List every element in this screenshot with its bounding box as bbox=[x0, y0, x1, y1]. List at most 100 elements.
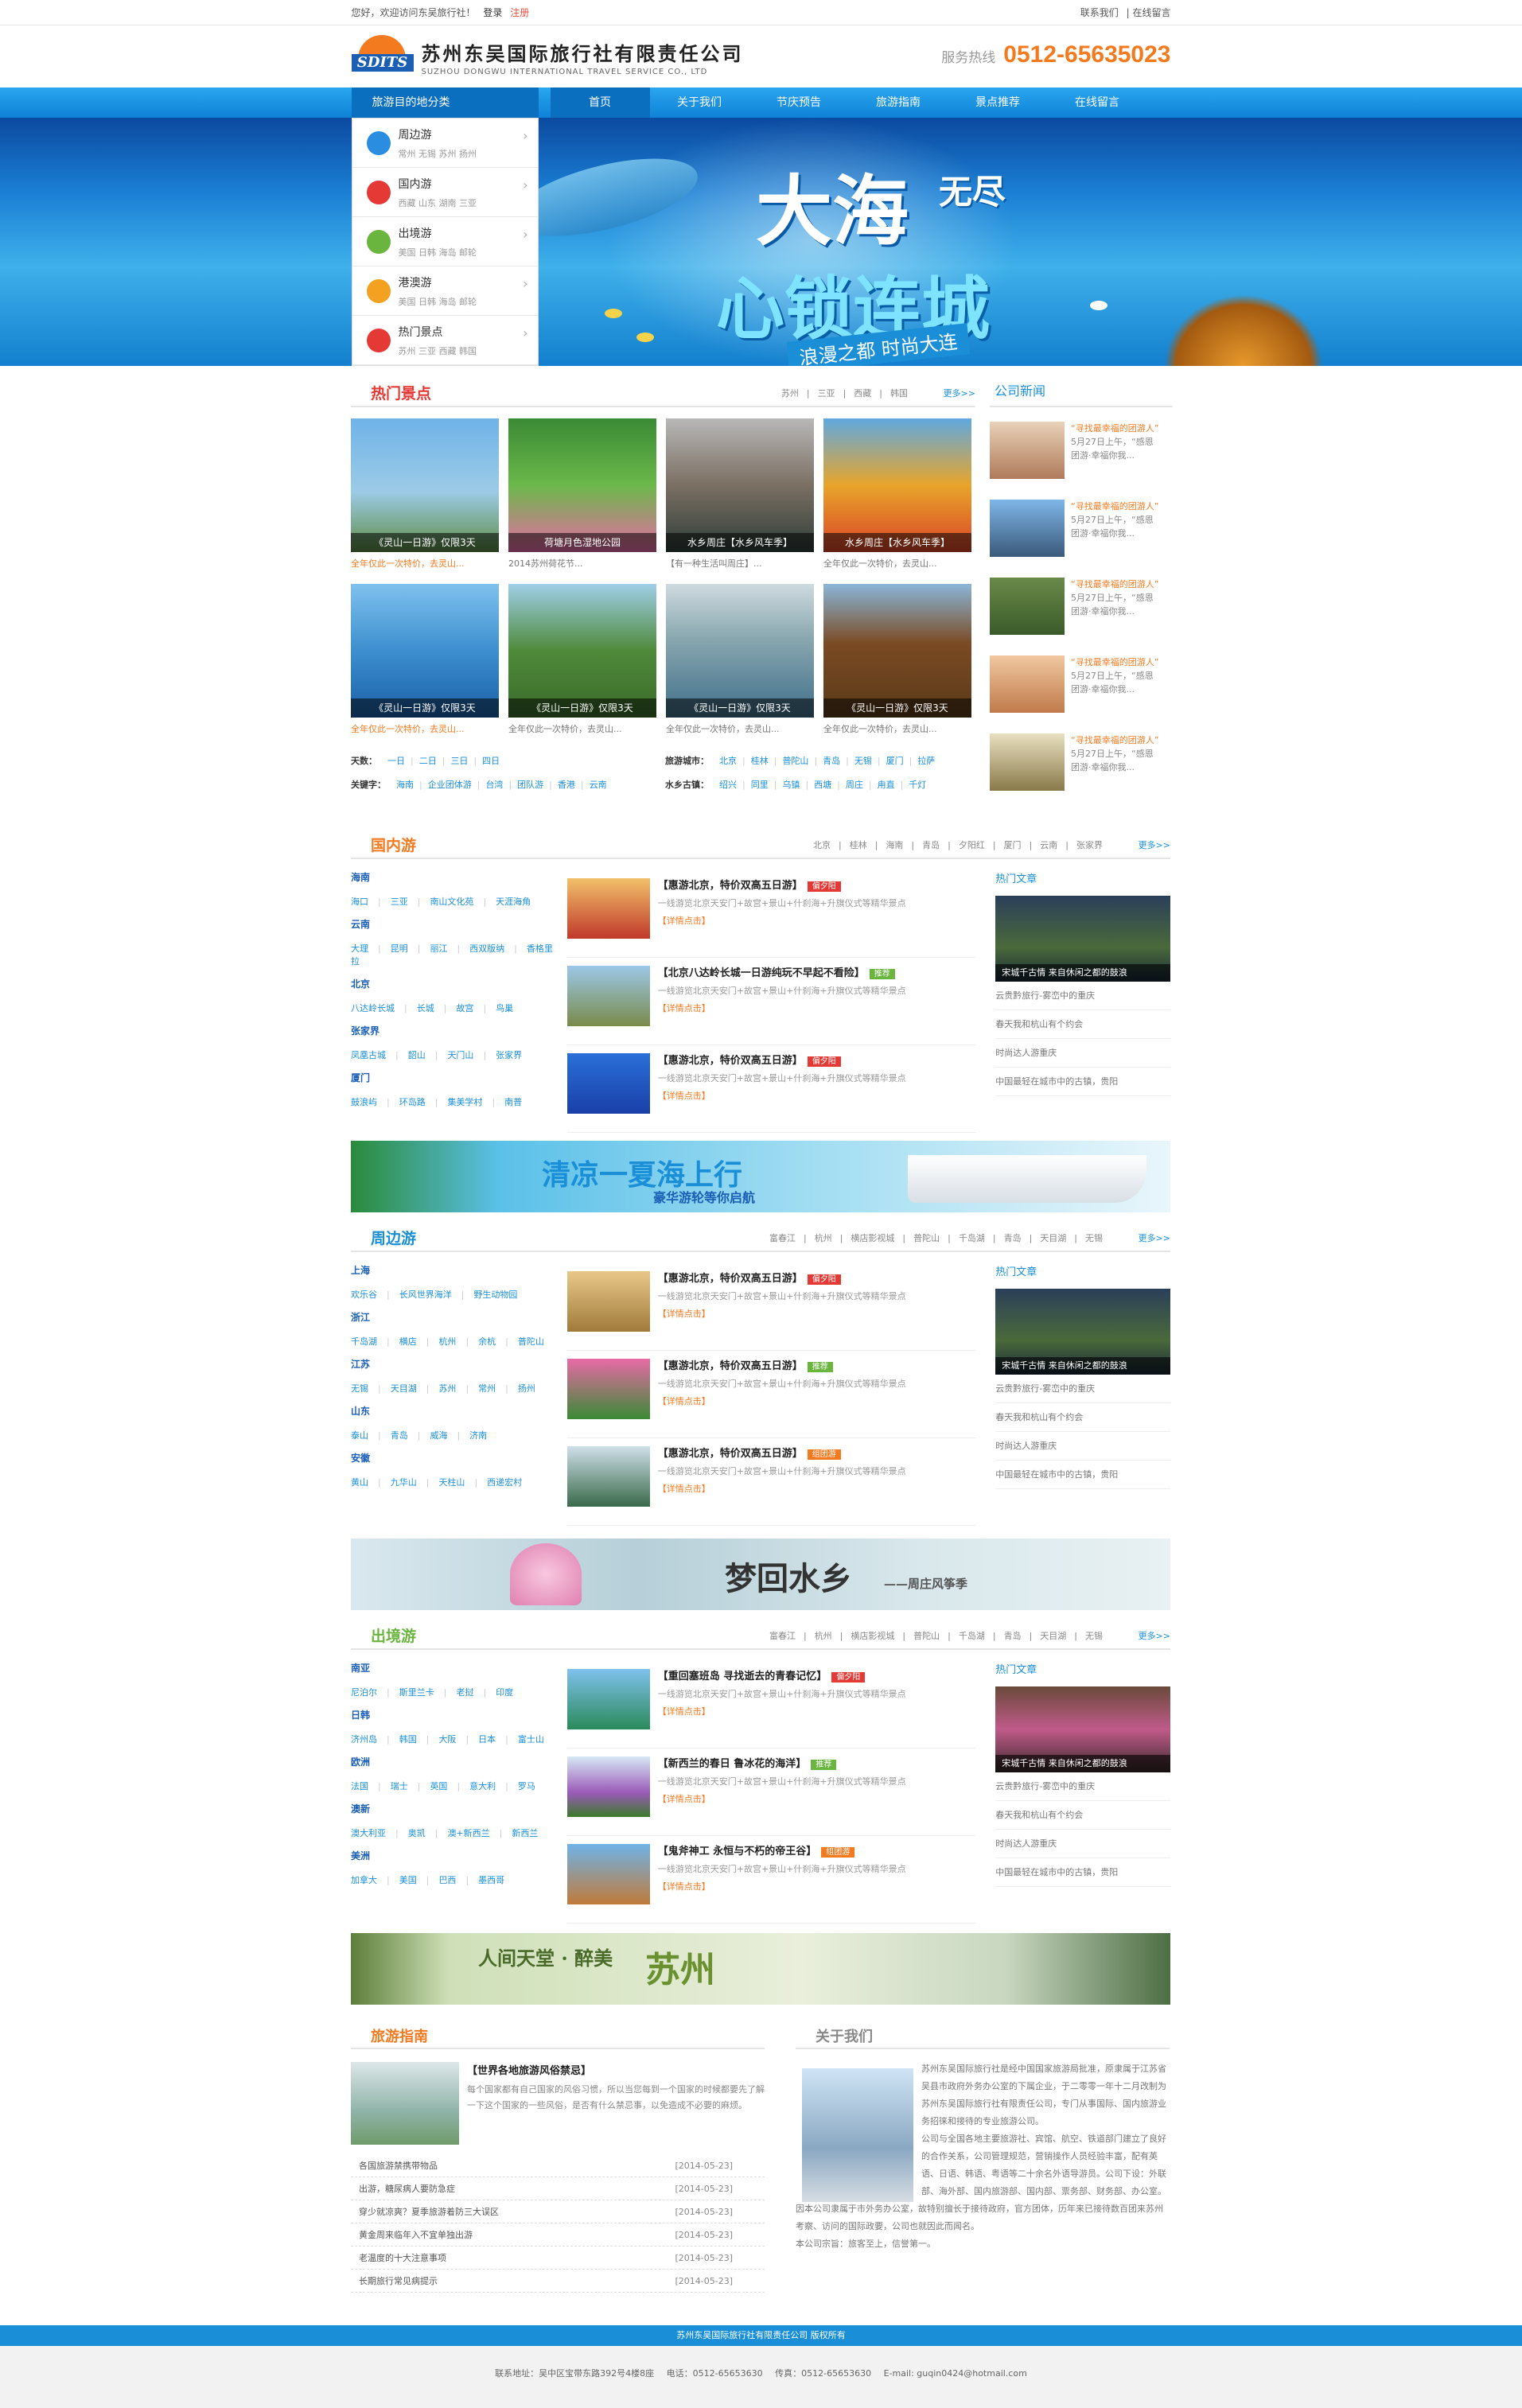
region-link[interactable]: 西递宏村 bbox=[487, 1477, 522, 1488]
region-link[interactable]: 威海 bbox=[430, 1430, 447, 1441]
guide-item-title[interactable]: 老温度的十大注意事项 bbox=[359, 2253, 446, 2263]
region-link[interactable]: 欢乐谷 bbox=[351, 1290, 377, 1300]
filter-link[interactable]: 普陀山 bbox=[782, 756, 808, 766]
tag-link[interactable]: 千岛湖 bbox=[959, 1233, 985, 1243]
tag-link[interactable]: 横店影视城 bbox=[851, 1233, 894, 1243]
tour-title[interactable]: 【惠游北京，特价双高五日游】 bbox=[658, 880, 803, 892]
region-link[interactable]: 罗马 bbox=[518, 1781, 535, 1791]
tour-item[interactable]: 【鬼斧神工 永恒与不朽的帝王谷】 组团游 一线游览北京天安门+故宫+景山+什刹海+升… bbox=[566, 1836, 977, 1924]
region-link[interactable]: 加拿大 bbox=[351, 1875, 377, 1885]
region-link[interactable]: 杭州 bbox=[438, 1336, 456, 1347]
region-link[interactable]: 济南 bbox=[469, 1430, 487, 1441]
filter-link[interactable]: 海南 bbox=[396, 780, 414, 790]
details-link[interactable]: 【详情点击】 bbox=[658, 1482, 906, 1495]
tag-link[interactable]: 千岛湖 bbox=[959, 1631, 985, 1641]
region-link[interactable]: 黄山 bbox=[351, 1477, 368, 1488]
news-thumbnail[interactable] bbox=[990, 578, 1065, 635]
tag-link[interactable]: 韩国 bbox=[890, 388, 908, 399]
hot-spot-image[interactable]: 《灵山一日游》仅限3天 bbox=[508, 584, 656, 718]
filter-link[interactable]: 企业团体游 bbox=[428, 780, 472, 790]
filter-link[interactable]: 厦门 bbox=[886, 756, 904, 766]
tag-link[interactable]: 普陀山 bbox=[913, 1233, 940, 1243]
region-link[interactable]: 三亚 bbox=[391, 897, 408, 907]
region-link[interactable]: 富士山 bbox=[518, 1734, 544, 1745]
region-link[interactable]: 西双版纳 bbox=[469, 943, 504, 954]
guide-item-title[interactable]: 各国旅游禁携带物品 bbox=[359, 2161, 438, 2171]
tour-title[interactable]: 【重回塞班岛 寻找逝去的青春记忆】 bbox=[658, 1671, 827, 1682]
region-heading[interactable]: 北京 bbox=[351, 977, 566, 990]
hot-spot-card[interactable]: 水乡周庄【水乡风车季】 【有一种生活叫周庄】... bbox=[666, 418, 814, 568]
region-link[interactable]: 巴西 bbox=[438, 1875, 456, 1885]
region-heading[interactable]: 厦门 bbox=[351, 1071, 566, 1084]
tour-title[interactable]: 【惠游北京，特价双高五日游】 bbox=[658, 1448, 803, 1460]
hot-spot-desc[interactable]: 2014苏州荷花节... bbox=[508, 557, 656, 568]
region-link[interactable]: 韶山 bbox=[408, 1050, 426, 1060]
region-link[interactable]: 斯里兰卡 bbox=[399, 1687, 434, 1698]
region-heading[interactable]: 山东 bbox=[351, 1404, 566, 1418]
tour-thumbnail[interactable] bbox=[566, 1271, 650, 1332]
tour-item[interactable]: 【惠游北京，特价双高五日游】 偏夕阳 一线游览北京天安门+故宫+景山+什刹海+升旗仪… bbox=[566, 1263, 977, 1351]
filter-link[interactable]: 云南 bbox=[590, 780, 607, 790]
nav-item-1[interactable]: 关于我们 bbox=[650, 88, 749, 118]
nav-item-0[interactable]: 首页 bbox=[550, 88, 650, 118]
region-link[interactable]: 余杭 bbox=[478, 1336, 496, 1347]
tour-title[interactable]: 【惠游北京，特价双高五日游】 bbox=[658, 1273, 803, 1285]
region-link[interactable]: 日本 bbox=[478, 1734, 496, 1745]
tour-thumbnail[interactable] bbox=[566, 1446, 650, 1507]
tag-link[interactable]: 西藏 bbox=[854, 388, 871, 399]
news-item[interactable]: “寻找最幸福的团游人” 5月27日上午，“感恩 团游·幸福你我... bbox=[990, 578, 1173, 641]
region-heading[interactable]: 日韩 bbox=[351, 1708, 566, 1721]
tour-item[interactable]: 【惠游北京，特价双高五日游】 偏夕阳 一线游览北京天安门+故宫+景山+什刹海+升旗仪… bbox=[566, 1045, 977, 1133]
nav-item-5[interactable]: 在线留言 bbox=[1048, 88, 1147, 118]
region-link[interactable]: 法国 bbox=[351, 1781, 368, 1791]
tag-link[interactable]: 青岛 bbox=[922, 840, 940, 850]
hot-spot-desc[interactable]: 全年仅此一次特价，去灵山... bbox=[351, 557, 499, 568]
news-title[interactable]: “寻找最幸福的团游人” bbox=[1071, 422, 1158, 435]
ad-banner-suzhou[interactable]: 人间天堂 · 醉美 苏州 bbox=[351, 1933, 1170, 2005]
tour-title[interactable]: 【北京八达岭长城一日游纯玩不早起不看险】 bbox=[658, 967, 865, 979]
tour-thumbnail[interactable] bbox=[566, 1053, 650, 1114]
filter-link[interactable]: 绍兴 bbox=[719, 780, 737, 790]
details-link[interactable]: 【详情点击】 bbox=[658, 1705, 906, 1717]
details-link[interactable]: 【详情点击】 bbox=[658, 1307, 906, 1320]
guide-top-title[interactable]: 【世界各地旅游风俗禁忌】 bbox=[467, 2062, 765, 2077]
guide-item[interactable]: 长期旅行常见病提示 [2014-05-23] bbox=[351, 2270, 765, 2293]
region-link[interactable]: 鸟巢 bbox=[496, 1003, 513, 1013]
hot-spot-card[interactable]: 荷塘月色湿地公园 2014苏州荷花节... bbox=[508, 418, 656, 568]
tour-title[interactable]: 【鬼斧神工 永恒与不朽的帝王谷】 bbox=[658, 1846, 817, 1858]
region-link[interactable]: 墨西哥 bbox=[478, 1875, 504, 1885]
region-link[interactable]: 奥凯 bbox=[408, 1828, 426, 1838]
region-link[interactable]: 丽江 bbox=[430, 943, 447, 954]
tag-link[interactable]: 横店影视城 bbox=[851, 1631, 894, 1641]
filter-link[interactable]: 香港 bbox=[558, 780, 575, 790]
filter-link[interactable]: 西塘 bbox=[814, 780, 831, 790]
tour-thumbnail[interactable] bbox=[566, 878, 650, 939]
tour-title[interactable]: 【惠游北京，特价双高五日游】 bbox=[658, 1360, 803, 1372]
category-item[interactable]: 国内游 西藏 山东 湖南 三亚 › bbox=[352, 168, 538, 217]
message-link[interactable]: 在线留言 bbox=[1132, 7, 1170, 18]
article-image[interactable]: 宋城千古情 来自休闲之都的鼓浪 bbox=[995, 896, 1170, 982]
tag-link[interactable]: 云南 bbox=[1040, 840, 1057, 850]
tour-title[interactable]: 【惠游北京，特价双高五日游】 bbox=[658, 1055, 803, 1067]
article-link[interactable]: 时尚达人游重庆 bbox=[995, 1830, 1170, 1858]
region-link[interactable]: 济州岛 bbox=[351, 1734, 377, 1745]
region-heading[interactable]: 浙江 bbox=[351, 1310, 566, 1324]
filter-link[interactable]: 乌镇 bbox=[782, 780, 800, 790]
hot-spot-image[interactable]: 《灵山一日游》仅限3天 bbox=[351, 584, 499, 718]
filter-link[interactable]: 四日 bbox=[482, 756, 500, 766]
region-link[interactable]: 印度 bbox=[496, 1687, 513, 1698]
category-title[interactable]: 旅游目的地分类 bbox=[351, 88, 539, 118]
hero-banner[interactable]: 大海 无尽 心锁连城 浪漫之都 时尚大连 周边游 常州 无锡 苏州 扬州 › 国内游西… bbox=[0, 118, 1522, 366]
category-item[interactable]: 港澳游 美国 日韩 海岛 邮轮 › bbox=[352, 266, 538, 316]
filter-link[interactable]: 同里 bbox=[751, 780, 769, 790]
region-link[interactable]: 青岛 bbox=[391, 1430, 408, 1441]
region-heading[interactable]: 安徽 bbox=[351, 1451, 566, 1465]
news-title[interactable]: “寻找最幸福的团游人” bbox=[1071, 733, 1158, 747]
tag-link[interactable]: 厦门 bbox=[1004, 840, 1022, 850]
region-link[interactable]: 天涯海角 bbox=[496, 897, 531, 907]
hot-spot-card[interactable]: 《灵山一日游》仅限3天 全年仅此一次特价，去灵山... bbox=[351, 418, 499, 568]
region-link[interactable]: 意大利 bbox=[469, 1781, 496, 1791]
filter-link[interactable]: 北京 bbox=[719, 756, 737, 766]
region-link[interactable]: 美国 bbox=[399, 1875, 417, 1885]
filter-link[interactable]: 二日 bbox=[419, 756, 437, 766]
